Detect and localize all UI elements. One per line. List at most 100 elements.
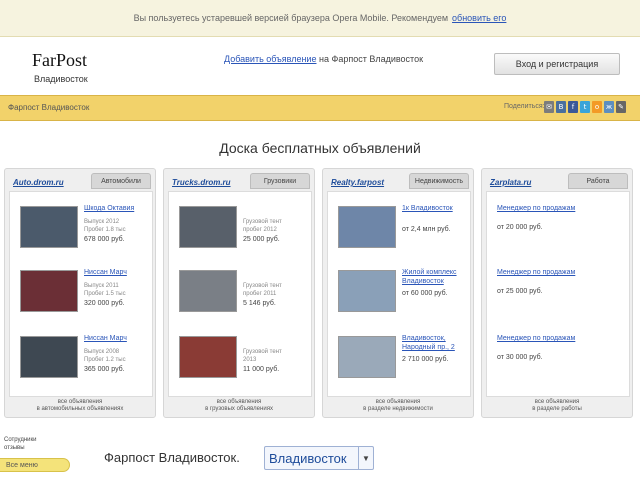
item-title[interactable]: Владивосток, Народный пр., 2 [402,334,466,352]
item-price: от 20 000 руб. [497,224,543,231]
city-select-value: Владивосток [269,450,347,466]
item-price: 5 146 руб. [243,300,276,307]
board-header: Trucks.drom.ru Грузовики [164,169,314,191]
item-price: 678 000 руб. [84,236,125,243]
item-thumbnail[interactable] [20,206,78,248]
list-item[interactable]: Ниссан Марч Выпуск 2008 Пробег 1.2 тыс 365 … [14,330,150,384]
list-item[interactable]: Менеджер по продажам от 25 000 руб. [491,264,627,318]
item-price: от 25 000 руб. [497,288,543,295]
browser-notice-text: Вы пользуетесь устаревшей версией браузе… [133,13,449,23]
livejournal-icon[interactable]: ж [604,101,614,113]
add-ad-link[interactable]: Добавить объявление [224,54,316,64]
board-logo[interactable]: Trucks.drom.ru [172,178,231,187]
add-ad-line: Добавить объявление на Фарпост Владивост… [224,54,423,64]
item-title[interactable]: Менеджер по продажам [497,268,617,277]
item-title[interactable]: Ниссан Марч [84,268,148,277]
board-footer-link[interactable]: все объявления в грузовых объявлениях [168,399,310,413]
left-note: Сотрудники отзывы [4,436,37,452]
farpost-logo[interactable]: FarPost [32,50,87,71]
board-body: Менеджер по продажам от 20 000 руб. Менедж… [486,191,630,397]
list-item[interactable]: 1к Владивосток от 2,4 млн руб. [332,200,468,254]
update-browser-link[interactable]: обновить его [452,13,506,23]
board-0: Auto.drom.ru Автомобили Шкода Октавия Выпус… [4,168,156,418]
item-title[interactable]: Шкода Октавия [84,204,148,213]
board-logo[interactable]: Zarplata.ru [490,178,531,187]
board-header: Zarplata.ru Работа [482,169,632,191]
left-note-line-1[interactable]: Сотрудники [4,436,37,444]
board-3: Zarplata.ru Работа Менеджер по продажам от … [481,168,633,418]
item-description: Выпуск 2008 Пробег 1.2 тыс [84,349,126,363]
board-header: Auto.drom.ru Автомобили [5,169,155,191]
chevron-down-icon[interactable]: ▼ [358,447,373,469]
board-footer-link[interactable]: все объявления в разделе недвижимости [327,399,469,413]
item-thumbnail[interactable] [338,336,396,378]
item-thumbnail[interactable] [20,336,78,378]
odnoklassniki-icon[interactable]: о [592,101,602,113]
board-tab[interactable]: Грузовики [250,173,310,189]
footer-site-label: Фарпост Владивосток. [104,450,240,465]
board-header: Realty.farpost Недвижимость [323,169,473,191]
list-item[interactable]: Владивосток, Народный пр., 2 2 710 000 ру… [332,330,468,384]
board-footer-link[interactable]: все объявления в разделе работы [486,399,628,413]
board-body: Шкода Октавия Выпуск 2012 Пробег 1.8 тыс 67… [9,191,153,397]
list-item[interactable]: Ниссан Марч Выпуск 2011 Пробег 1.5 тыс 320 … [14,264,150,318]
list-item[interactable]: Менеджер по продажам от 30 000 руб. [491,330,627,384]
item-description: Выпуск 2011 Пробег 1.5 тыс [84,283,126,297]
twitter-icon[interactable]: t [580,101,590,113]
board-footer-link[interactable]: все объявления в автомобильных объявления… [9,399,151,413]
board-logo[interactable]: Auto.drom.ru [13,178,64,187]
list-item[interactable]: Грузовой тент пробег 2012 25 000 руб. [173,200,309,254]
item-price: от 60 000 руб. [402,290,448,297]
pencil-icon[interactable]: ✎ [616,101,626,113]
mail-icon[interactable]: ✉ [544,101,554,113]
list-item[interactable]: Грузовой тент пробег 2011 5 146 руб. [173,264,309,318]
item-price: 25 000 руб. [243,236,280,243]
item-price: 320 000 руб. [84,300,125,307]
item-description: Выпуск 2012 Пробег 1.8 тыс [84,219,126,233]
page-title: Доска бесплатных объявлений [219,140,421,156]
add-ad-suffix: на Фарпост Владивосток [319,54,424,64]
item-price: 2 710 000 руб. [402,356,449,363]
item-price: 365 000 руб. [84,366,125,373]
browser-notice-bar: Вы пользуетесь устаревшей версией браузе… [0,0,640,37]
board-body: Грузовой тент пробег 2012 25 000 руб. Грузо… [168,191,312,397]
board-logo[interactable]: Realty.farpost [331,178,384,187]
list-item[interactable]: Жилой комплекс Владивосток от 60 000 руб. [332,264,468,318]
item-thumbnail[interactable] [179,206,237,248]
left-note-line-2[interactable]: отзывы [4,444,37,452]
item-description: Грузовой тент пробег 2012 [243,219,282,233]
share-icons: ✉ Вf t о ж ✎ [544,101,626,113]
breadcrumb[interactable]: Фарпост Владивосток [8,103,89,112]
item-thumbnail[interactable] [179,270,237,312]
board-tab[interactable]: Недвижимость [409,173,469,189]
item-thumbnail[interactable] [20,270,78,312]
item-price: от 30 000 руб. [497,354,543,361]
list-item[interactable]: Грузовой тент 2013 11 000 руб. [173,330,309,384]
list-item[interactable]: Шкода Октавия Выпуск 2012 Пробег 1.8 тыс 67… [14,200,150,254]
item-description: Грузовой тент пробег 2011 [243,283,282,297]
board-tab[interactable]: Автомобили [91,173,151,189]
item-price: 11 000 руб. [243,366,280,373]
board-body: 1к Владивосток от 2,4 млн руб. Жилой компл… [327,191,471,397]
login-register-button[interactable]: Вход и регистрация [494,53,620,75]
facebook-icon[interactable]: f [568,101,578,113]
item-thumbnail[interactable] [179,336,237,378]
current-city[interactable]: Владивосток [34,74,88,84]
item-title[interactable]: Ниссан Марч [84,334,148,343]
share-label: Поделиться: [504,103,545,110]
side-menu-tab[interactable]: Все меню [0,458,70,472]
item-title[interactable]: Менеджер по продажам [497,334,617,343]
board-tab[interactable]: Работа [568,173,628,189]
item-title[interactable]: Менеджер по продажам [497,204,617,213]
item-title[interactable]: Жилой комплекс Владивосток [402,268,466,286]
vk-icon[interactable]: В [556,101,566,113]
item-title[interactable]: 1к Владивосток [402,204,466,213]
item-description: Грузовой тент 2013 [243,349,282,363]
city-select[interactable]: Владивосток ▼ [264,446,374,470]
board-2: Realty.farpost Недвижимость 1к Владивосток… [322,168,474,418]
item-thumbnail[interactable] [338,206,396,248]
item-thumbnail[interactable] [338,270,396,312]
board-1: Trucks.drom.ru Грузовики Грузовой тент проб… [163,168,315,418]
breadcrumb-bar: Фарпост Владивосток Поделиться: ✉ Вf t о ж ✎ [0,95,640,121]
list-item[interactable]: Менеджер по продажам от 20 000 руб. [491,200,627,254]
